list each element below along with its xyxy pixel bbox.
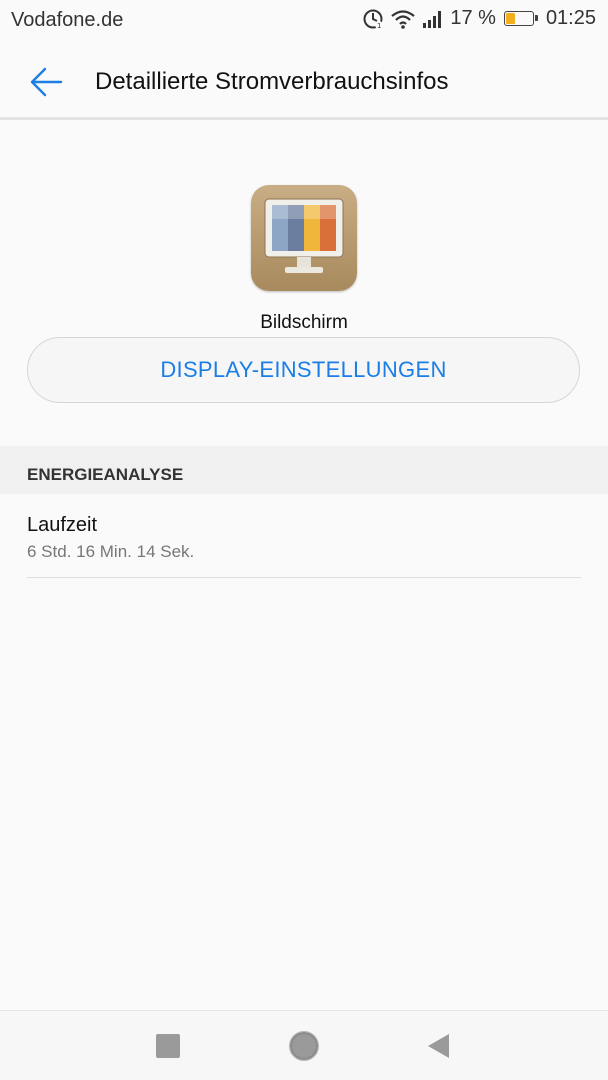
list-item-runtime: Laufzeit 6 Std. 16 Min. 14 Sek. [27, 494, 581, 578]
back-button[interactable] [22, 58, 70, 106]
nav-back-button[interactable] [415, 1023, 461, 1069]
component-label: Bildschirm [260, 312, 348, 333]
navigation-bar [0, 1010, 608, 1080]
volte-icon: 1 [362, 8, 384, 30]
screen: Vodafone.de 1 17 % 01:25 Detaillierte St… [0, 0, 608, 1080]
monitor-icon [251, 185, 357, 291]
arrow-left-icon [30, 67, 63, 97]
battery-icon [503, 11, 538, 26]
display-settings-button[interactable]: DISPLAY-EINSTELLUNGEN [27, 337, 580, 403]
back-triangle-icon [428, 1034, 449, 1058]
status-bar: Vodafone.de 1 17 % 01:25 [0, 0, 608, 40]
status-icons: 1 17 % 01:25 [362, 7, 596, 30]
app-bar: Detaillierte Stromverbrauchsinfos [0, 40, 608, 120]
list-item-title: Laufzeit [27, 514, 98, 536]
home-circle-icon [289, 1031, 319, 1061]
recents-square-icon [156, 1034, 180, 1058]
page-title: Detaillierte Stromverbrauchsinfos [95, 68, 449, 95]
svg-text:1: 1 [377, 22, 381, 30]
section-header-title: ENERGIEANALYSE [27, 465, 184, 484]
wifi-icon [390, 8, 416, 30]
battery-fill [505, 13, 515, 24]
home-button[interactable] [281, 1023, 327, 1069]
list-item-value: 6 Std. 16 Min. 14 Sek. [27, 542, 195, 561]
signal-icon [422, 9, 444, 29]
recents-button[interactable] [145, 1023, 191, 1069]
battery-percent: 17 % [450, 7, 496, 29]
section-header: ENERGIEANALYSE [0, 446, 608, 494]
clock: 01:25 [545, 7, 596, 29]
carrier-name: Vodafone.de [11, 9, 124, 31]
